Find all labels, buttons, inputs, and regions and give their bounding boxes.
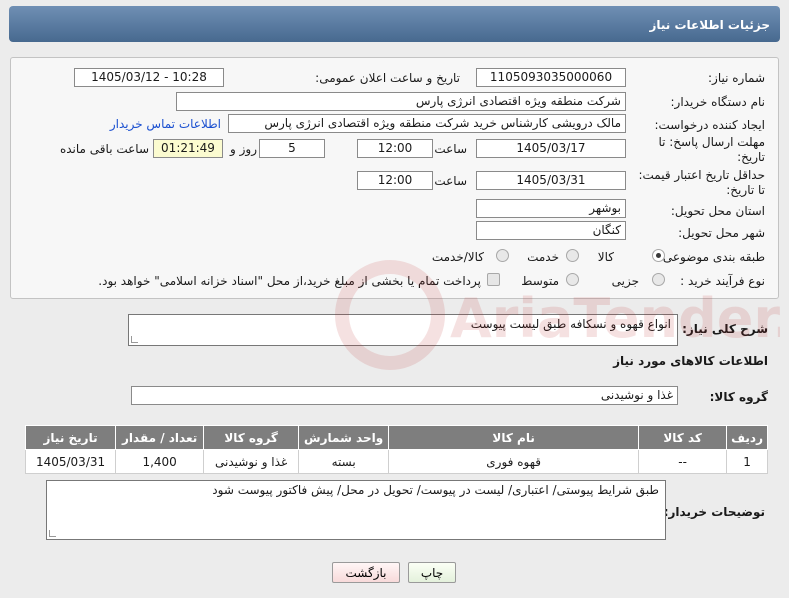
- days-label: روز و: [230, 142, 257, 156]
- process-radio-minor[interactable]: [652, 273, 665, 286]
- province-field[interactable]: بوشهر: [476, 199, 626, 218]
- city-label: شهر محل تحویل:: [678, 226, 765, 240]
- requester-label: ایجاد کننده درخواست:: [654, 118, 765, 132]
- days-field[interactable]: 5: [259, 139, 325, 158]
- buyer-org-label: نام دستگاه خریدار:: [670, 95, 766, 109]
- goods-section-title: اطلاعات کالاهای مورد نیاز: [613, 354, 768, 368]
- goods-table: ردیف کد کالا نام کالا واحد شمارش گروه کا…: [24, 425, 768, 474]
- process-label: نوع فرآیند خرید :: [680, 274, 765, 288]
- remaining-label: ساعت باقی مانده: [59, 142, 149, 156]
- requester-field[interactable]: مالک درویشی کارشناس خرید شرکت منطقه ویژه…: [228, 114, 626, 133]
- goods-group-field[interactable]: غذا و نوشیدنی: [131, 386, 678, 405]
- treasury-note: پرداخت تمام یا بخشی از مبلغ خرید،از محل …: [98, 274, 481, 288]
- deadline-label-line1: مهلت ارسال پاسخ: تا: [658, 135, 765, 149]
- table-row: 1 -- قهوه فوری بسته غذا و نوشیدنی 1,400 …: [24, 449, 768, 474]
- deadline-time-field[interactable]: 12:00: [357, 139, 433, 158]
- deadline-date-field[interactable]: 1405/03/17: [476, 139, 626, 158]
- buyer-org-field[interactable]: شرکت منطقه ویژه اقتصادی انرژی پارس: [176, 92, 626, 111]
- announce-label: تاریخ و ساعت اعلان عمومی:: [315, 71, 460, 85]
- col-name: نام کالا: [388, 425, 640, 450]
- treasury-checkbox[interactable]: [487, 273, 500, 286]
- need-number-label: شماره نیاز:: [708, 71, 765, 85]
- summary-label: شرح کلی نیاز:: [682, 322, 768, 336]
- cell-row: 1: [726, 449, 768, 474]
- contact-info-link[interactable]: اطلاعات تماس خریدار: [110, 117, 221, 131]
- process-option-medium: متوسط: [521, 274, 559, 288]
- col-code: کد کالا: [638, 425, 728, 450]
- validity-time-label: ساعت: [434, 174, 467, 188]
- deadline-label-line2: تاریخ:: [737, 150, 765, 164]
- goods-group-label: گروه کالا:: [709, 390, 768, 404]
- category-radio-goods[interactable]: [652, 249, 665, 262]
- print-button[interactable]: چاپ: [408, 562, 456, 583]
- province-label: استان محل تحویل:: [670, 204, 765, 218]
- summary-textarea[interactable]: انواع قهوه و نسکافه طبق لیست پیوست: [128, 314, 678, 346]
- cell-unit: بسته: [298, 449, 390, 474]
- page-header: جزئیات اطلاعات نیاز: [9, 6, 780, 42]
- category-radio-goods-service[interactable]: [496, 249, 509, 262]
- cell-name: قهوه فوری: [388, 449, 640, 474]
- validity-date-field[interactable]: 1405/03/31: [476, 171, 626, 190]
- page-title: جزئیات اطلاعات نیاز: [649, 18, 770, 32]
- buyer-notes-label: توضیحات خریدار:: [663, 505, 765, 519]
- back-button[interactable]: بازگشت: [332, 562, 400, 583]
- remaining-time-field[interactable]: 01:21:49: [153, 139, 223, 158]
- cell-group: غذا و نوشیدنی: [203, 449, 300, 474]
- need-number-field[interactable]: 1105093035000060: [476, 68, 626, 87]
- category-option-service: خدمت: [527, 250, 559, 264]
- col-date: تاریخ نیاز: [24, 425, 117, 450]
- cell-date: 1405/03/31: [24, 449, 117, 474]
- announce-field[interactable]: 1405/03/12 - 10:28: [74, 68, 224, 87]
- category-radio-service[interactable]: [566, 249, 579, 262]
- col-qty: تعداد / مقدار: [115, 425, 205, 450]
- col-group: گروه کالا: [203, 425, 300, 450]
- deadline-time-label: ساعت: [434, 142, 467, 156]
- category-option-goods-service: کالا/خدمت: [431, 250, 484, 264]
- validity-label-line2: تا تاریخ:: [726, 183, 765, 197]
- category-option-goods: کالا: [597, 250, 614, 264]
- process-radio-medium[interactable]: [566, 273, 579, 286]
- validity-label-line1: حداقل تاریخ اعتبار قیمت:: [638, 168, 765, 182]
- cell-code: --: [638, 449, 728, 474]
- buyer-notes-textarea[interactable]: طبق شرایط پیوستی/ اعتباری/ لیست در پیوست…: [46, 480, 666, 540]
- category-label: طبقه بندی موضوعی:: [658, 250, 765, 264]
- validity-time-field[interactable]: 12:00: [357, 171, 433, 190]
- city-field[interactable]: کنگان: [476, 221, 626, 240]
- col-row: ردیف: [726, 425, 768, 450]
- cell-qty: 1,400: [115, 449, 205, 474]
- goods-table-header: ردیف کد کالا نام کالا واحد شمارش گروه کا…: [24, 425, 768, 450]
- process-option-minor: جزیی: [611, 274, 639, 288]
- col-unit: واحد شمارش: [298, 425, 390, 450]
